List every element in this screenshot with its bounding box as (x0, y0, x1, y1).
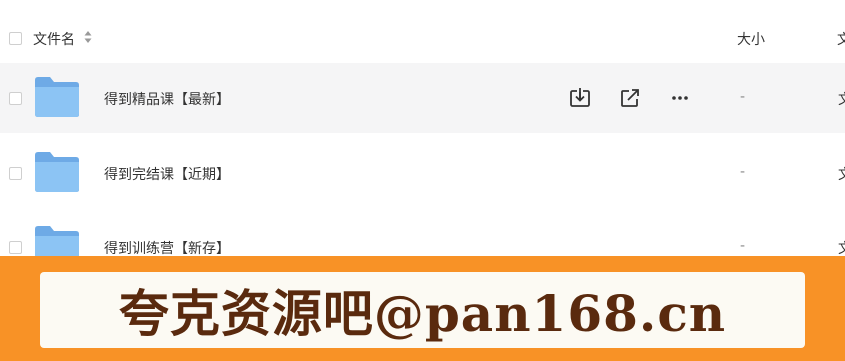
watermark-text: 夸克资源吧@pan168.cn (118, 284, 727, 343)
file-size: - (740, 164, 746, 180)
row-checkbox[interactable] (9, 92, 22, 105)
row-checkbox[interactable] (9, 241, 22, 254)
file-type: 文 (838, 238, 845, 258)
column-header-type[interactable]: 文 (837, 29, 845, 49)
sort-icon[interactable] (84, 30, 92, 44)
column-header-size[interactable]: 大小 (737, 29, 765, 49)
share-icon[interactable] (619, 87, 641, 109)
folder-icon (35, 77, 79, 117)
folder-icon (35, 152, 79, 192)
file-list-header: 文件名 大小 文 (0, 0, 845, 64)
select-all-checkbox[interactable] (9, 32, 22, 45)
file-name[interactable]: 得到精品课【最新】 (104, 89, 230, 109)
column-header-name[interactable]: 文件名 (33, 29, 75, 49)
file-type: 文 (838, 89, 845, 109)
file-row[interactable]: 得到完结课【近期】 - 文 (0, 138, 845, 208)
more-icon[interactable] (669, 87, 691, 109)
file-name[interactable]: 得到完结课【近期】 (104, 164, 230, 184)
watermark-banner: 夸克资源吧@pan168.cn (0, 256, 845, 361)
watermark-panel: 夸克资源吧@pan168.cn (40, 272, 805, 348)
file-row[interactable]: 得到精品课【最新】 - 文 (0, 63, 845, 133)
file-size: - (740, 238, 746, 254)
file-type: 文 (838, 164, 845, 184)
row-checkbox[interactable] (9, 167, 22, 180)
file-size: - (740, 89, 746, 105)
file-name[interactable]: 得到训练营【新存】 (104, 238, 230, 258)
download-icon[interactable] (569, 87, 591, 109)
